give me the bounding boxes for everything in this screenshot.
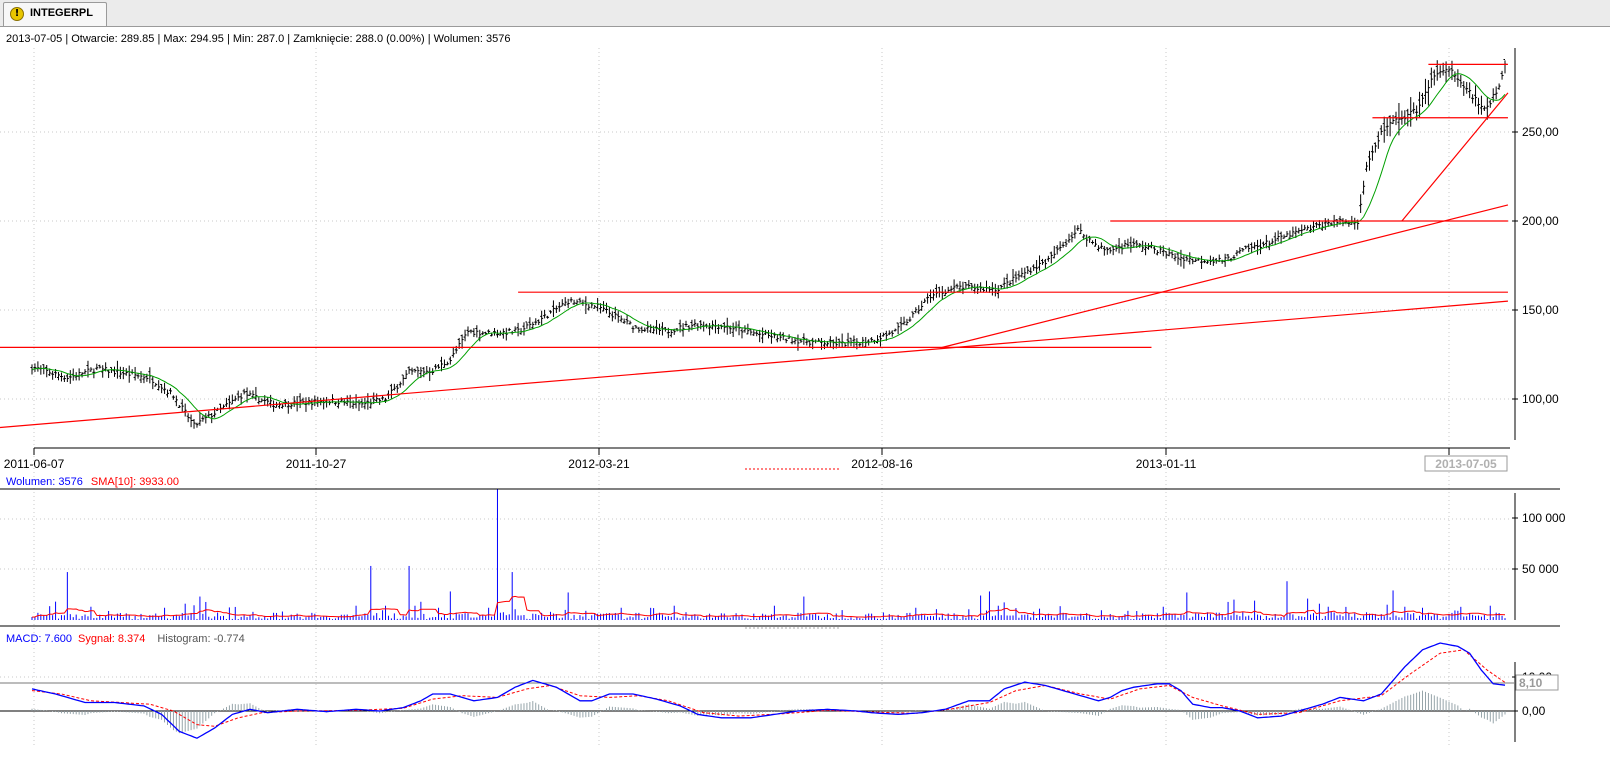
- volume-sma-legend-value: 3933.00: [139, 476, 179, 488]
- price-tick-label: 250,00: [1522, 125, 1559, 139]
- support-resistance-lines: [0, 63, 1509, 429]
- price-axis-ticks: 100,00 150,00 200,00 250,00: [1512, 125, 1559, 406]
- volume-bars: [31, 489, 1506, 620]
- price-tick-label: 150,00: [1522, 303, 1559, 317]
- date-tick-label: 2013-01-11: [1136, 457, 1197, 471]
- macd-tick-label: 0,00: [1522, 704, 1546, 718]
- price-tick-label: 200,00: [1522, 214, 1559, 228]
- price-tick-label: 100,00: [1522, 392, 1559, 406]
- volume-tick-label: 100 000: [1522, 511, 1566, 525]
- price-sma-line: [31, 73, 1506, 420]
- macd-legend: MACD: 7.600 Sygnał: 8.374 Histogram: -0.77…: [6, 633, 245, 645]
- date-tick-label: 2012-08-16: [851, 457, 913, 471]
- macd-histogram: [31, 690, 1506, 734]
- volume-axis-ticks: 50 000 100 000: [1512, 511, 1566, 576]
- trend-line: [942, 204, 1509, 348]
- signal-legend-value: 8.374: [118, 633, 146, 645]
- date-axis-ticks: 2011-06-07 2011-10-27 2012-03-21 2012-08-16…: [4, 448, 1450, 471]
- volume-legend-name: Wolumen: [6, 476, 52, 488]
- cursor-date-label: 2013-07-05: [1435, 457, 1497, 471]
- tab-label: INTEGERPL: [30, 7, 93, 19]
- volume-tick-label: 50 000: [1522, 562, 1559, 576]
- volume-legend-value: 3576: [58, 476, 82, 488]
- histogram-legend-value: -0.774: [214, 633, 245, 645]
- instrument-tab[interactable]: ! INTEGERPL: [3, 2, 107, 26]
- signal-legend-name: Sygnał: [78, 633, 112, 645]
- macd-legend-name: MACD: [6, 633, 38, 645]
- trend-line: [0, 300, 1508, 429]
- date-tick-label: 2012-03-21: [568, 457, 630, 471]
- chart-area[interactable]: 100,00150,00200,00250,00 2011-06-07 2011-…: [0, 27, 1610, 766]
- tab-bar: ! INTEGERPL: [0, 0, 1610, 27]
- macd-line: [31, 642, 1506, 739]
- volume-legend: Wolumen: 3576 SMA[10]: 3933.00: [6, 476, 179, 488]
- ohlc-info-line: 2013-07-05 | Otwarcie: 289.85 | Max: 294…: [6, 33, 510, 45]
- macd-legend-value: 7.600: [45, 633, 73, 645]
- histogram-legend-name: Histogram: [157, 633, 207, 645]
- date-tick-label: 2011-06-07: [4, 457, 65, 471]
- price-bars: [30, 59, 1507, 429]
- volume-sma-legend-name: SMA[10]: [91, 476, 133, 488]
- macd-marker-label: 8,10: [1519, 676, 1543, 690]
- date-tick-label: 2011-10-27: [286, 457, 347, 471]
- warning-icon: !: [10, 7, 24, 21]
